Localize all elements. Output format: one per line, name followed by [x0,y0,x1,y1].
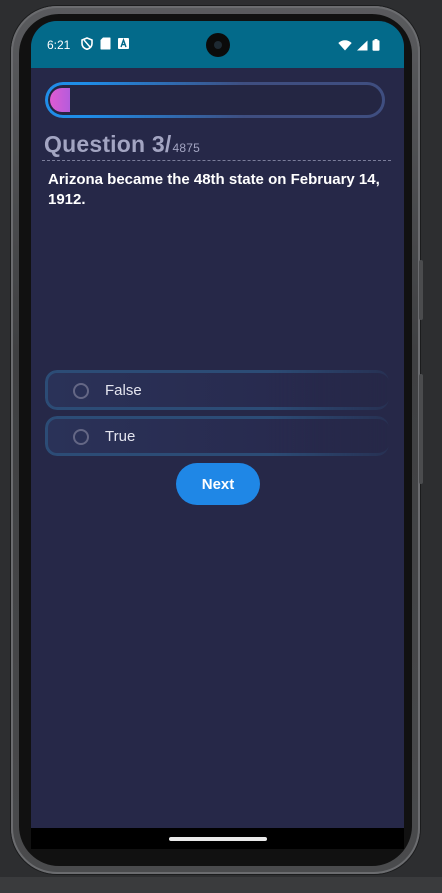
quiz-progress-bar [45,82,385,118]
question-counter: Question 3/4875 [44,131,200,158]
answer-option-false[interactable]: False [45,370,389,410]
power-button [419,260,423,320]
radio-button[interactable] [73,383,89,399]
navigation-bar [31,828,404,849]
radio-button[interactable] [73,429,89,445]
quiz-progress-fill [50,88,70,112]
desktop-background [0,877,442,893]
answer-label: True [105,428,136,445]
volume-button [419,374,423,484]
front-camera [206,33,230,57]
wifi-icon [338,38,352,56]
status-bar: 6:21 [31,21,404,68]
shield-icon [81,37,93,50]
home-gesture-handle[interactable] [169,837,267,841]
battery-icon [372,38,380,56]
status-time: 6:21 [47,38,71,52]
next-button[interactable]: Next [176,463,260,505]
signal-icon [356,38,368,56]
text-a-icon [118,38,129,49]
answer-option-true[interactable]: True [45,416,389,456]
app-screen: 6:21 Question 3/4875 Arizona became the … [31,21,404,849]
question-total: 4875 [172,141,200,155]
answer-label: False [105,382,142,399]
dashed-divider [42,160,391,161]
question-text: Arizona became the 48th state on Februar… [48,171,380,208]
question-label: Question 3/ [44,131,172,157]
sd-card-icon [100,37,111,50]
